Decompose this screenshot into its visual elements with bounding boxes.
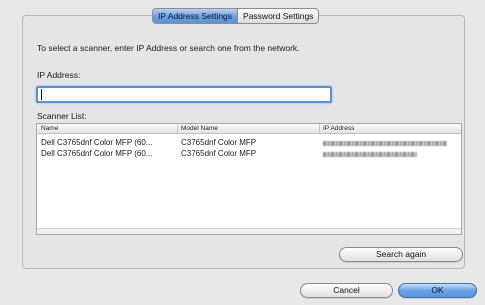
column-divider[interactable] [319,124,320,133]
scanner-name: Dell C3765dnf Color MFP (60... [41,149,153,158]
column-divider[interactable] [177,124,178,133]
search-again-button[interactable]: Search again [339,247,463,262]
column-header-model-name[interactable]: Model Name [181,125,218,132]
scanner-list[interactable]: Name Model Name IP Address Dell C3765dnf… [36,123,462,235]
table-row[interactable]: Dell C3765dnf Color MFP (60... C3765dnf … [37,138,461,148]
cancel-button[interactable]: Cancel [300,283,393,298]
scanner-list-label: Scanner List: [37,111,87,121]
scanner-ip-redacted [323,152,417,157]
horizontal-scrollbar[interactable] [37,228,461,234]
text-caret [41,89,42,100]
tab-bar: IP Address Settings Password Settings [152,8,320,24]
tab-ip-address-settings[interactable]: IP Address Settings [153,9,239,23]
scanner-model: C3765dnf Color MFP [181,149,257,158]
column-header-name[interactable]: Name [41,125,58,132]
column-header-ip-address[interactable]: IP Address [323,125,354,132]
scanner-ip-redacted [323,141,447,146]
scanner-model: C3765dnf Color MFP [181,138,257,147]
ip-address-label: IP Address: [37,70,81,80]
scanner-list-header: Name Model Name IP Address [37,124,461,134]
table-row[interactable]: Dell C3765dnf Color MFP (60... C3765dnf … [37,149,461,159]
scanner-name: Dell C3765dnf Color MFP (60... [41,138,153,147]
tab-password-settings[interactable]: Password Settings [238,9,318,23]
ok-button[interactable]: OK [398,283,477,298]
instruction-text: To select a scanner, enter IP Address or… [37,43,300,53]
ip-address-input[interactable] [36,86,332,103]
